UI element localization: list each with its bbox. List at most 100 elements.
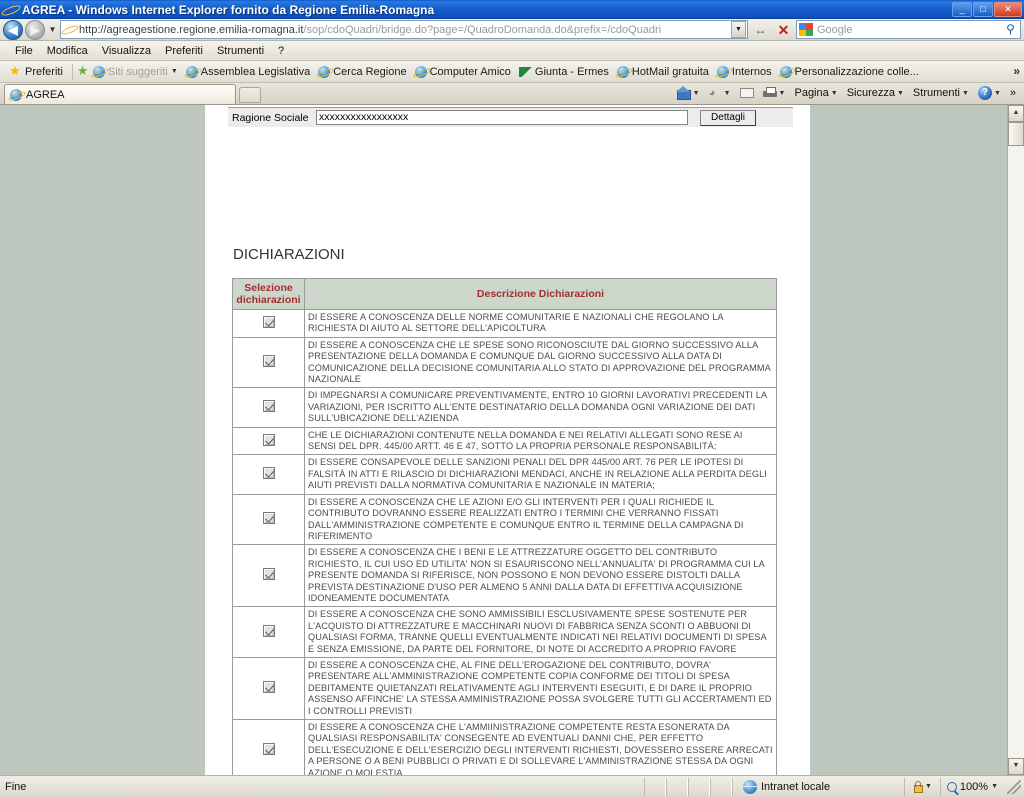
declaration-checkbox[interactable]: [262, 400, 275, 413]
forward-icon[interactable]: ▶: [25, 19, 45, 40]
declaration-description: DI ESSERE A CONOSCENZA DELLE NORME COMUN…: [304, 309, 777, 338]
url-dropdown-chevron-down-icon[interactable]: ▼: [731, 21, 746, 38]
favorites-bar: ★ Preferiti ★ Siti suggeriti ▼ Assemblea…: [0, 61, 1024, 83]
menu-item-file[interactable]: File: [8, 43, 40, 59]
table-row: DI IMPEGNARSI A COMUNICARE PREVENTIVAMEN…: [232, 387, 777, 428]
favorites-overflow-chevron-icon[interactable]: »: [1013, 64, 1020, 78]
minimize-button[interactable]: _: [952, 2, 972, 17]
menu-item-help[interactable]: ?: [271, 43, 291, 59]
declaration-checkbox[interactable]: [262, 568, 275, 581]
zoom-control[interactable]: 100% ▼: [939, 777, 1004, 796]
lock-icon: [913, 781, 923, 793]
chevron-down-icon[interactable]: ▼: [991, 783, 998, 790]
vertical-scrollbar[interactable]: ▲ ▼: [1007, 105, 1024, 775]
declaration-checkbox-cell: [232, 656, 305, 721]
rss-icon: ◕: [708, 86, 716, 99]
menu-item-strumenti[interactable]: Strumenti: [210, 43, 271, 59]
menu-item-preferiti[interactable]: Preferiti: [158, 43, 210, 59]
print-button[interactable]: ▼: [759, 86, 790, 100]
declaration-checkbox-cell: [232, 426, 305, 456]
address-bar: ◀ ▶ ▼ http://agreagestione.regione.emili…: [0, 19, 1024, 41]
tab-agrea[interactable]: AGREA: [4, 84, 236, 104]
protected-mode-indicator[interactable]: ▼: [903, 777, 940, 796]
history-chevron-down-icon[interactable]: ▼: [47, 25, 58, 34]
command-overflow[interactable]: »: [1006, 86, 1020, 100]
favorite-label: Personalizzazione colle...: [794, 65, 919, 78]
read-mail-button[interactable]: [736, 87, 758, 99]
back-icon[interactable]: ◀: [3, 19, 23, 40]
search-input[interactable]: Google ⚲: [796, 20, 1021, 39]
declaration-checkbox[interactable]: [262, 680, 275, 693]
dettagli-button[interactable]: Dettagli: [700, 109, 756, 126]
favorite-internos[interactable]: Internos: [714, 65, 777, 79]
mail-icon: [739, 88, 754, 98]
new-tab-button[interactable]: [239, 87, 261, 103]
search-icon[interactable]: ⚲: [1002, 21, 1019, 38]
chevron-down-icon[interactable]: ▼: [831, 90, 838, 97]
ragione-sociale-input[interactable]: xxxxxxxxxxxxxxxxx: [316, 110, 688, 125]
chevron-down-icon[interactable]: ▼: [779, 90, 786, 97]
favorite-label: Computer Amico: [429, 65, 511, 78]
url-input[interactable]: http://agreagestione.regione.emilia-roma…: [60, 20, 748, 39]
declaration-checkbox[interactable]: [262, 467, 275, 480]
resize-grip-icon[interactable]: [1007, 779, 1021, 794]
chevron-down-icon[interactable]: ▼: [897, 90, 904, 97]
favorite-cerca-regione[interactable]: Cerca Regione: [315, 65, 411, 79]
command-help[interactable]: ? ▼: [974, 85, 1005, 101]
declaration-description: CHE LE DICHIARAZIONI CONTENUTE NELLA DOM…: [304, 426, 777, 456]
scrollbar-track[interactable]: [1008, 122, 1024, 758]
menu-bar: File Modifica Visualizza Preferiti Strum…: [0, 41, 1024, 61]
declaration-checkbox[interactable]: [262, 433, 275, 446]
command-sicurezza[interactable]: Sicurezza ▼: [843, 86, 908, 100]
feeds-button[interactable]: ◕ ▼: [705, 86, 735, 101]
menu-item-visualizza[interactable]: Visualizza: [95, 43, 158, 59]
scroll-up-arrow-icon[interactable]: ▲: [1008, 105, 1024, 122]
favorite-assemblea-legislativa[interactable]: Assemblea Legislativa: [183, 65, 315, 79]
menu-item-modifica[interactable]: Modifica: [40, 43, 95, 59]
ie-icon: [185, 65, 198, 78]
favorite-hotmail-gratuita[interactable]: HotMail gratuita: [614, 65, 714, 79]
add-favorite-star-icon[interactable]: ★: [77, 64, 90, 78]
favorites-button[interactable]: ★ Preferiti: [6, 64, 68, 79]
window-title-bar[interactable]: AGREA - Windows Internet Explorer fornit…: [0, 0, 1024, 19]
tab-strip: AGREA ▼ ◕ ▼ ▼ Pagina ▼ Sicurezza ▼ Strum…: [0, 83, 1024, 105]
url-domain: http://agreagestione.regione.emilia-roma…: [79, 23, 304, 36]
chevron-down-icon[interactable]: ▼: [724, 90, 731, 97]
declaration-checkbox[interactable]: [262, 624, 275, 637]
chevron-down-icon[interactable]: ▼: [925, 783, 932, 790]
declaration-checkbox-cell: [232, 493, 305, 546]
page-canvas: Ragione Sociale xxxxxxxxxxxxxxxxx Dettag…: [0, 105, 1007, 775]
declarations-table-body: DI ESSERE A CONOSCENZA DELLE NORME COMUN…: [232, 309, 777, 775]
chevron-down-icon[interactable]: ▼: [693, 90, 700, 97]
scrollbar-thumb[interactable]: [1008, 122, 1024, 146]
maximize-button[interactable]: □: [973, 2, 993, 17]
declaration-checkbox[interactable]: [262, 512, 275, 524]
declaration-description: DI ESSERE A CONOSCENZA CHE L'AMMIINISTRA…: [304, 718, 777, 775]
command-strumenti[interactable]: Strumenti ▼: [909, 86, 973, 100]
app-ie-icon: [3, 2, 18, 17]
ie-icon: [318, 65, 331, 78]
declaration-description: DI ESSERE A CONOSCENZA CHE SONO AMMISSIB…: [304, 606, 777, 658]
chevron-down-icon[interactable]: ▼: [962, 90, 969, 97]
chevron-down-icon[interactable]: ▼: [171, 68, 178, 75]
stop-icon[interactable]: ✕: [773, 20, 794, 40]
security-zone[interactable]: Intranet locale: [731, 777, 904, 796]
security-zone-label: Intranet locale: [760, 780, 831, 793]
command-pagina[interactable]: Pagina ▼: [790, 86, 841, 100]
home-button[interactable]: ▼: [672, 85, 704, 101]
favorite-siti-suggeriti[interactable]: Siti suggeriti ▼: [90, 65, 183, 79]
ie-icon: [92, 65, 105, 78]
status-cell: [687, 777, 710, 796]
declaration-checkbox[interactable]: [262, 355, 275, 368]
favorite-label: Internos: [731, 65, 772, 78]
declaration-checkbox[interactable]: [262, 315, 275, 328]
chevron-down-icon[interactable]: ▼: [994, 90, 1001, 97]
close-button[interactable]: ✕: [994, 2, 1022, 17]
declaration-description: DI ESSERE A CONOSCENZA CHE LE AZIONI E/O…: [304, 493, 777, 546]
favorite-giunta-ermes[interactable]: Giunta - Ermes: [516, 65, 614, 79]
refresh-icon[interactable]: ↔: [750, 20, 771, 40]
scroll-down-arrow-icon[interactable]: ▼: [1008, 758, 1024, 775]
favorite-computer-amico[interactable]: Computer Amico: [412, 65, 516, 79]
favorite-personalizzazione[interactable]: Personalizzazione colle...: [777, 65, 924, 79]
declaration-checkbox[interactable]: [262, 743, 275, 756]
